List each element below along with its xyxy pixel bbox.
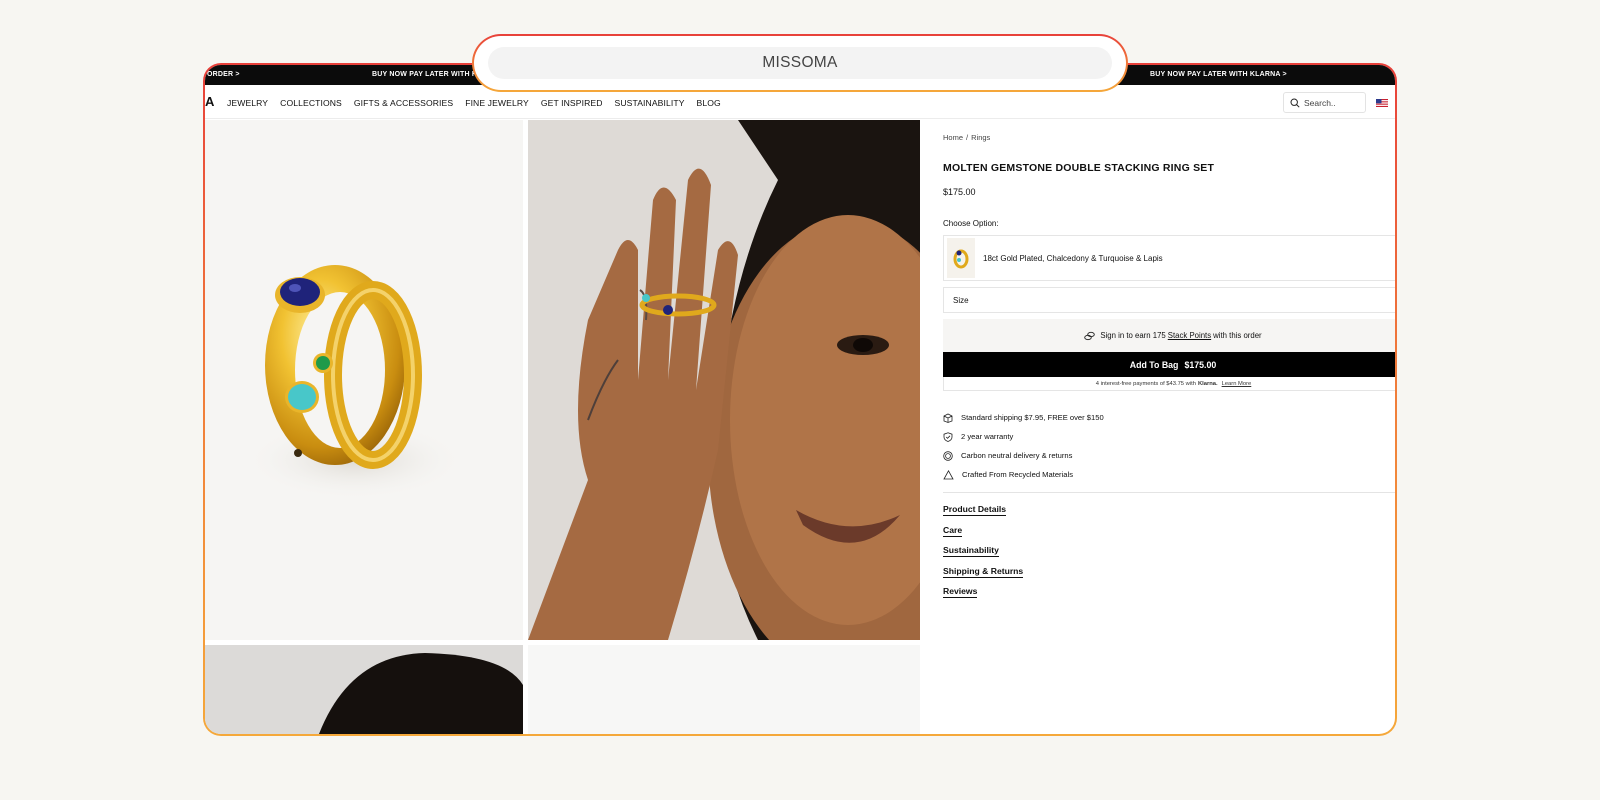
breadcrumb: Home / Rings [943, 133, 1395, 142]
nav-item-get-inspired[interactable]: GET INSPIRED [541, 98, 603, 108]
product-title: MOLTEN GEMSTONE DOUBLE STACKING RING SET [943, 162, 1215, 174]
feature-recycled-text: Crafted From Recycled Materials [962, 470, 1073, 479]
feature-shipping-text: Standard shipping $7.95, FREE over $150 [961, 413, 1104, 422]
option-selector[interactable]: 18ct Gold Plated, Chalcedony & Turquoise… [943, 235, 1395, 281]
stack-points-suffix: with this order [1213, 331, 1262, 340]
product-price: $175.00 [943, 187, 976, 197]
klarna-logo: Klarna. [1197, 380, 1218, 387]
promo-right-text[interactable]: BUY NOW PAY LATER WITH KLARNA > [1150, 71, 1287, 78]
product-image-placeholder [528, 645, 920, 734]
klarna-text: 4 interest-free payments of $43.75 with [1095, 380, 1196, 387]
product-image-model-2[interactable] [205, 645, 523, 734]
model-photo-illustration [528, 120, 920, 640]
nav-item-blog[interactable]: BLOG [697, 98, 721, 108]
link-product-details[interactable]: Product Details [943, 504, 1395, 525]
url-field[interactable]: MISSOMA [488, 47, 1112, 79]
ring-thumbnail-icon [953, 249, 969, 269]
browser-frame: ORDER > BUY NOW PAY LATER WITH K BUY NOW… [203, 63, 1397, 736]
search-icon [1290, 97, 1300, 108]
stack-points-prefix: Sign in to earn 175 [1100, 331, 1166, 340]
link-sustainability[interactable]: Sustainability [943, 545, 1395, 566]
feature-warranty-text: 2 year warranty [961, 432, 1014, 441]
feature-list: Standard shipping $7.95, FREE over $150 … [943, 408, 1395, 484]
product-image-ring[interactable] [205, 120, 523, 640]
search-placeholder: Search.. [1304, 97, 1336, 108]
klarna-learn-more-link[interactable]: Learn More [1222, 381, 1252, 387]
link-sustainability-label[interactable]: Sustainability [943, 545, 999, 558]
address-bar: MISSOMA [472, 34, 1128, 92]
option-label: 18ct Gold Plated, Chalcedony & Turquoise… [983, 253, 1163, 263]
address-bar-inner: MISSOMA [474, 36, 1126, 90]
size-selector[interactable]: Size [943, 287, 1395, 313]
leaf-circle-icon [943, 450, 953, 461]
link-shipping-returns-label[interactable]: Shipping & Returns [943, 565, 1024, 578]
feature-carbon-neutral: Carbon neutral delivery & returns [943, 446, 1395, 465]
box-icon [943, 413, 953, 423]
feature-recycled: Crafted From Recycled Materials [943, 465, 1395, 484]
feature-carbon-text: Carbon neutral delivery & returns [961, 451, 1073, 460]
option-thumbnail [947, 238, 975, 278]
ring-illustration [245, 265, 465, 500]
nav-item-jewelry[interactable]: JEWELRY [227, 98, 268, 108]
add-to-bag-price: $175.00 [1184, 359, 1217, 370]
add-to-bag-button[interactable]: Add To Bag $175.00 [943, 352, 1395, 377]
promo-center-text[interactable]: BUY NOW PAY LATER WITH K [372, 71, 477, 78]
link-reviews-label[interactable]: Reviews [943, 586, 978, 599]
nav-item-sustainability[interactable]: SUSTAINABILITY [615, 98, 685, 108]
product-image-model[interactable] [528, 120, 920, 640]
breadcrumb-home[interactable]: Home [943, 133, 963, 142]
klarna-installments: 4 interest-free payments of $43.75 with … [943, 377, 1395, 391]
link-care-label[interactable]: Care [943, 524, 963, 537]
stack-points-banner: Sign in to earn 175 Stack Points with th… [943, 319, 1395, 352]
nav-item-fine-jewelry[interactable]: FINE JEWELRY [465, 98, 529, 108]
size-label: Size [953, 295, 969, 305]
nav-menu: JEWELRY COLLECTIONS GIFTS & ACCESSORIES … [227, 98, 733, 108]
link-care[interactable]: Care [943, 524, 1395, 546]
recycle-icon [943, 469, 954, 479]
breadcrumb-rings[interactable]: Rings [971, 133, 990, 142]
search-input[interactable]: Search.. [1283, 92, 1366, 113]
section-divider [943, 492, 1395, 493]
product-info-panel: Home / Rings MOLTEN GEMSTONE DOUBLE STACKI… [943, 120, 1395, 607]
choose-option-label: Choose Option: [943, 219, 999, 228]
link-reviews[interactable]: Reviews [943, 586, 1395, 607]
link-shipping-returns[interactable]: Shipping & Returns [943, 565, 1395, 587]
nav-item-gifts-accessories[interactable]: GIFTS & ACCESSORIES [354, 98, 453, 108]
promo-left-text[interactable]: ORDER > [207, 71, 240, 78]
feature-shipping: Standard shipping $7.95, FREE over $150 [943, 408, 1395, 427]
logo[interactable]: A [205, 94, 214, 109]
us-flag-icon[interactable] [1376, 99, 1388, 107]
nav-item-collections[interactable]: COLLECTIONS [280, 98, 342, 108]
product-info-links: Product Details Care Sustainability Ship… [943, 504, 1395, 607]
shield-icon [943, 431, 953, 442]
add-to-bag-label: Add To Bag [1129, 359, 1179, 370]
feature-warranty: 2 year warranty [943, 427, 1395, 446]
link-product-details-label[interactable]: Product Details [943, 504, 1007, 516]
coins-icon [1084, 331, 1096, 340]
stack-points-link[interactable]: Stack Points [1168, 331, 1211, 340]
model-hair-illustration [205, 645, 523, 734]
breadcrumb-separator: / [966, 133, 969, 142]
page-viewport: ORDER > BUY NOW PAY LATER WITH K BUY NOW… [205, 65, 1395, 734]
